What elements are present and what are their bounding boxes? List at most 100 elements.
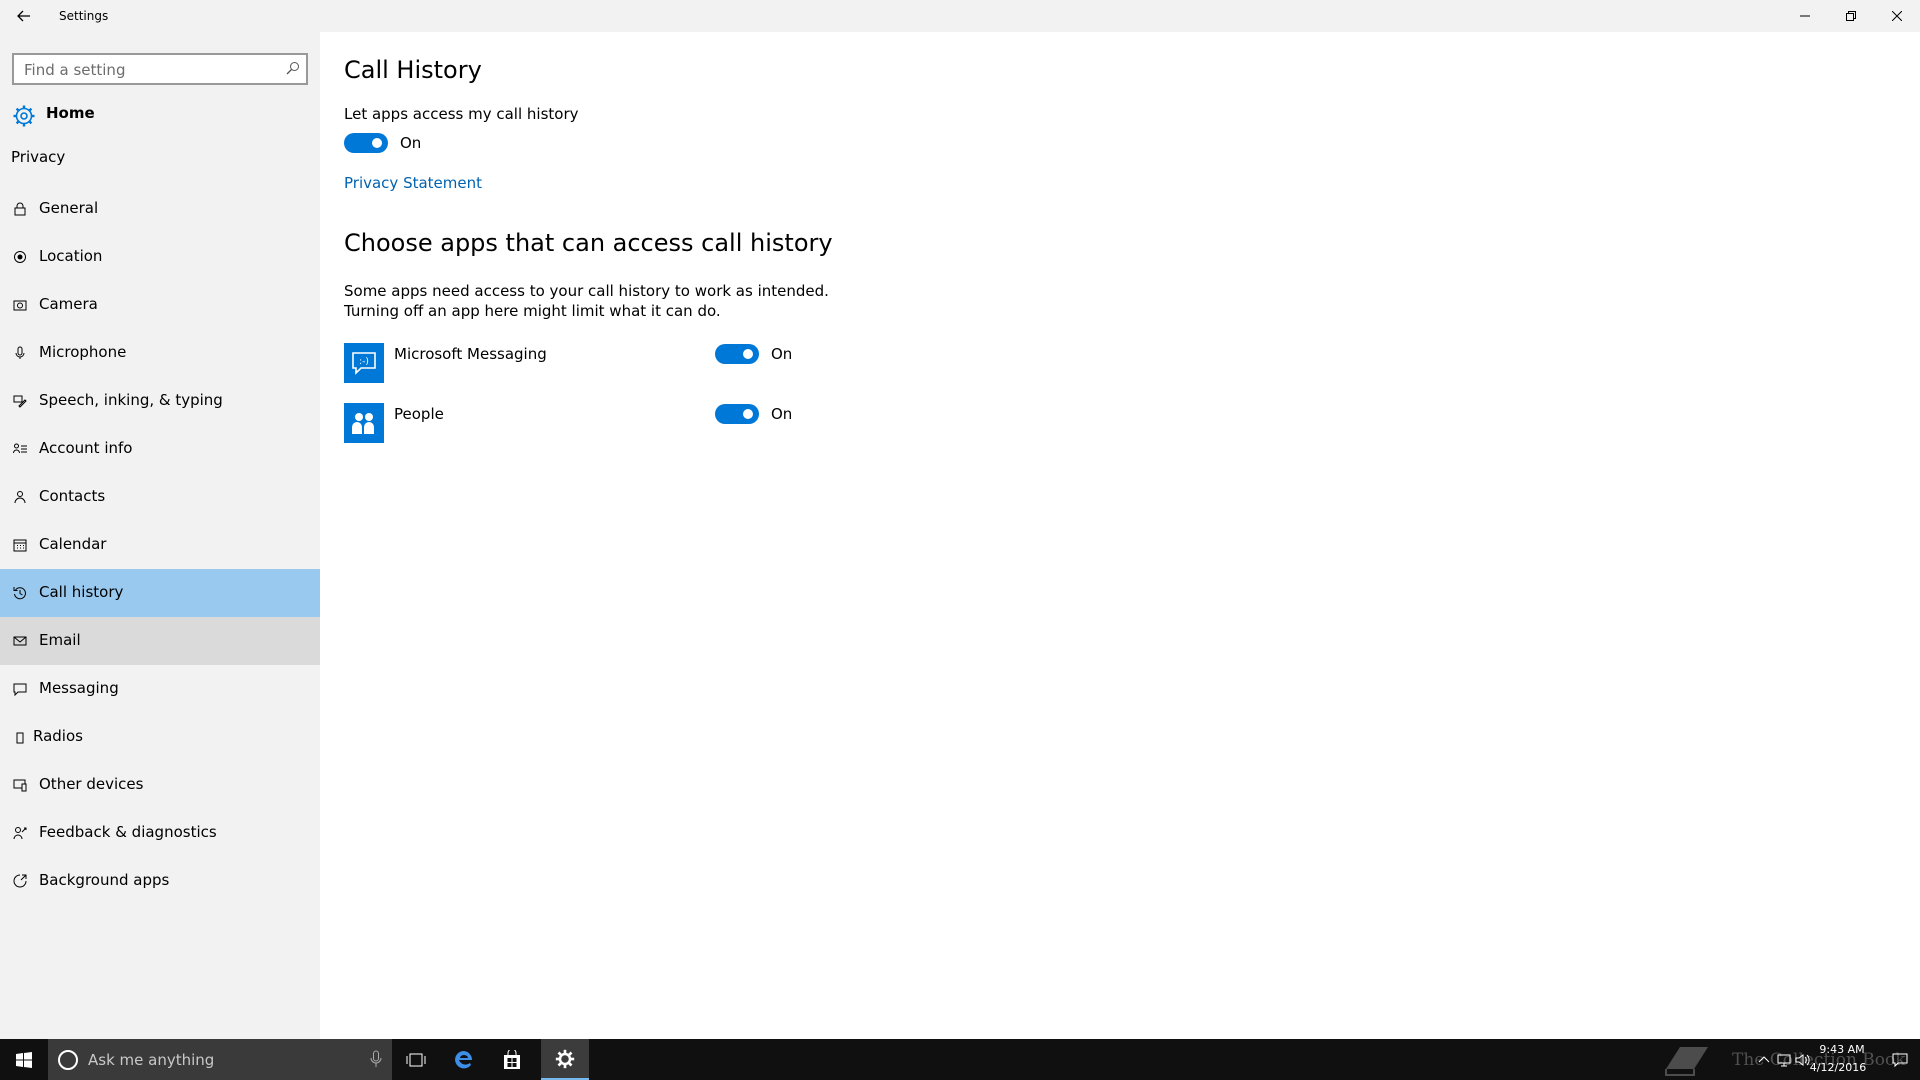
sidebar-item-label: General (39, 199, 99, 217)
page-title: Call History (344, 56, 482, 84)
back-button[interactable] (0, 0, 48, 32)
master-toggle-state: On (400, 134, 422, 152)
home-link[interactable]: Home (0, 94, 320, 134)
people-app-icon (344, 403, 384, 443)
gear-icon (13, 105, 35, 127)
call-history-toggle[interactable] (344, 133, 388, 153)
sidebar-item-label: Account info (39, 439, 133, 457)
app-name: Microsoft Messaging (394, 345, 547, 363)
store-icon (504, 1049, 520, 1069)
people-toggle-state: On (771, 405, 793, 423)
sidebar-item-email[interactable]: Email (0, 617, 320, 665)
account-info-icon (13, 442, 27, 456)
contacts-icon (13, 490, 27, 504)
clock-time[interactable]: 9:43 AM (1812, 1043, 1872, 1056)
sidebar-item-label: Radios (33, 727, 83, 745)
chevron-up-icon[interactable] (1756, 1052, 1772, 1068)
apps-description: Some apps need access to your call histo… (344, 281, 829, 321)
location-icon (13, 250, 27, 264)
sidebar-item-label: Microphone (39, 343, 127, 361)
task-view-icon (406, 1053, 426, 1066)
apps-description-line2: Turning off an app here might limit what… (344, 302, 721, 320)
store-taskbar-button[interactable] (488, 1039, 536, 1080)
clock-date[interactable]: 4/12/2016 (1808, 1061, 1868, 1074)
window-title: Settings (59, 9, 109, 23)
action-center-icon[interactable] (1892, 1052, 1908, 1068)
sidebar-item-other-devices[interactable]: Other devices (0, 761, 320, 809)
feedback-icon (13, 826, 27, 840)
camera-icon (13, 298, 27, 312)
section-title: Privacy (11, 148, 66, 166)
sidebar-item-background-apps[interactable]: Background apps (0, 857, 320, 905)
search-placeholder: Find a setting (24, 61, 126, 79)
people-toggle[interactable] (715, 404, 759, 424)
sidebar: Find a setting Home Privacy General Loca… (0, 32, 320, 1039)
search-input[interactable]: Find a setting (12, 53, 308, 85)
microphone-icon[interactable] (370, 1050, 382, 1068)
cortana-search-box[interactable]: Ask me anything (48, 1039, 392, 1080)
close-button[interactable] (1874, 0, 1920, 32)
start-button[interactable] (0, 1039, 47, 1080)
taskbar: Ask me anything The Collection Book 9:43… (0, 1039, 1920, 1080)
apps-heading: Choose apps that can access call history (344, 229, 833, 257)
calendar-icon (13, 538, 27, 552)
sidebar-item-general[interactable]: General (0, 185, 320, 233)
arrow-left-icon (17, 10, 30, 22)
task-view-button[interactable] (392, 1039, 440, 1080)
settings-taskbar-button[interactable] (541, 1039, 589, 1080)
mail-icon (13, 634, 27, 648)
sidebar-item-label: Speech, inking, & typing (39, 391, 223, 409)
apps-description-line1: Some apps need access to your call histo… (344, 282, 829, 300)
master-toggle-label: Let apps access my call history (344, 105, 579, 123)
network-icon[interactable] (1776, 1052, 1792, 1068)
sidebar-item-label: Calendar (39, 535, 107, 553)
minimize-button[interactable] (1782, 0, 1828, 32)
sidebar-item-camera[interactable]: Camera (0, 281, 320, 329)
sidebar-item-label: Email (39, 631, 81, 649)
windows-logo-icon (15, 1051, 32, 1068)
title-bar: Settings (0, 0, 1920, 32)
home-label: Home (46, 104, 95, 122)
messaging-toggle[interactable] (715, 344, 759, 364)
sidebar-item-label: Background apps (39, 871, 170, 889)
sidebar-item-label: Call history (39, 583, 124, 601)
sidebar-item-account-info[interactable]: Account info (0, 425, 320, 473)
privacy-nav: General Location Camera Microphone Speec… (0, 185, 320, 905)
content-pane: Call History Let apps access my call his… (320, 32, 1920, 1039)
lock-icon (13, 202, 27, 216)
edge-taskbar-button[interactable] (440, 1039, 488, 1080)
sidebar-item-label: Feedback & diagnostics (39, 823, 217, 841)
edge-icon (455, 1050, 473, 1068)
messaging-toggle-state: On (771, 345, 793, 363)
cortana-icon (58, 1050, 78, 1070)
pen-icon (13, 394, 27, 408)
sidebar-item-radios[interactable]: Radios (0, 713, 320, 761)
sidebar-item-microphone[interactable]: Microphone (0, 329, 320, 377)
close-icon (1892, 11, 1902, 21)
sidebar-item-label: Other devices (39, 775, 144, 793)
svg-text::-): :-) (359, 357, 369, 367)
sidebar-item-speech[interactable]: Speech, inking, & typing (0, 377, 320, 425)
sidebar-item-messaging[interactable]: Messaging (0, 665, 320, 713)
devices-icon (13, 778, 27, 792)
sidebar-item-calendar[interactable]: Calendar (0, 521, 320, 569)
sidebar-item-location[interactable]: Location (0, 233, 320, 281)
sidebar-item-label: Messaging (39, 679, 119, 697)
system-tray: The Collection Book 9:43 AM 4/12/2016 (1660, 1039, 1920, 1080)
book-logo-icon (1665, 1047, 1708, 1076)
history-icon (13, 586, 27, 600)
gear-icon (555, 1049, 575, 1068)
sidebar-item-feedback[interactable]: Feedback & diagnostics (0, 809, 320, 857)
sidebar-item-label: Camera (39, 295, 98, 313)
messaging-app-icon: :-) (344, 343, 384, 383)
restore-icon (1846, 11, 1856, 21)
sidebar-item-call-history[interactable]: Call history (0, 569, 320, 617)
minimize-icon (1800, 15, 1810, 17)
privacy-statement-link[interactable]: Privacy Statement (344, 174, 482, 192)
search-icon (286, 62, 299, 75)
background-apps-icon (13, 874, 27, 888)
restore-button[interactable] (1828, 0, 1874, 32)
sidebar-item-contacts[interactable]: Contacts (0, 473, 320, 521)
radio-icon (13, 730, 27, 744)
microphone-icon (13, 346, 27, 360)
